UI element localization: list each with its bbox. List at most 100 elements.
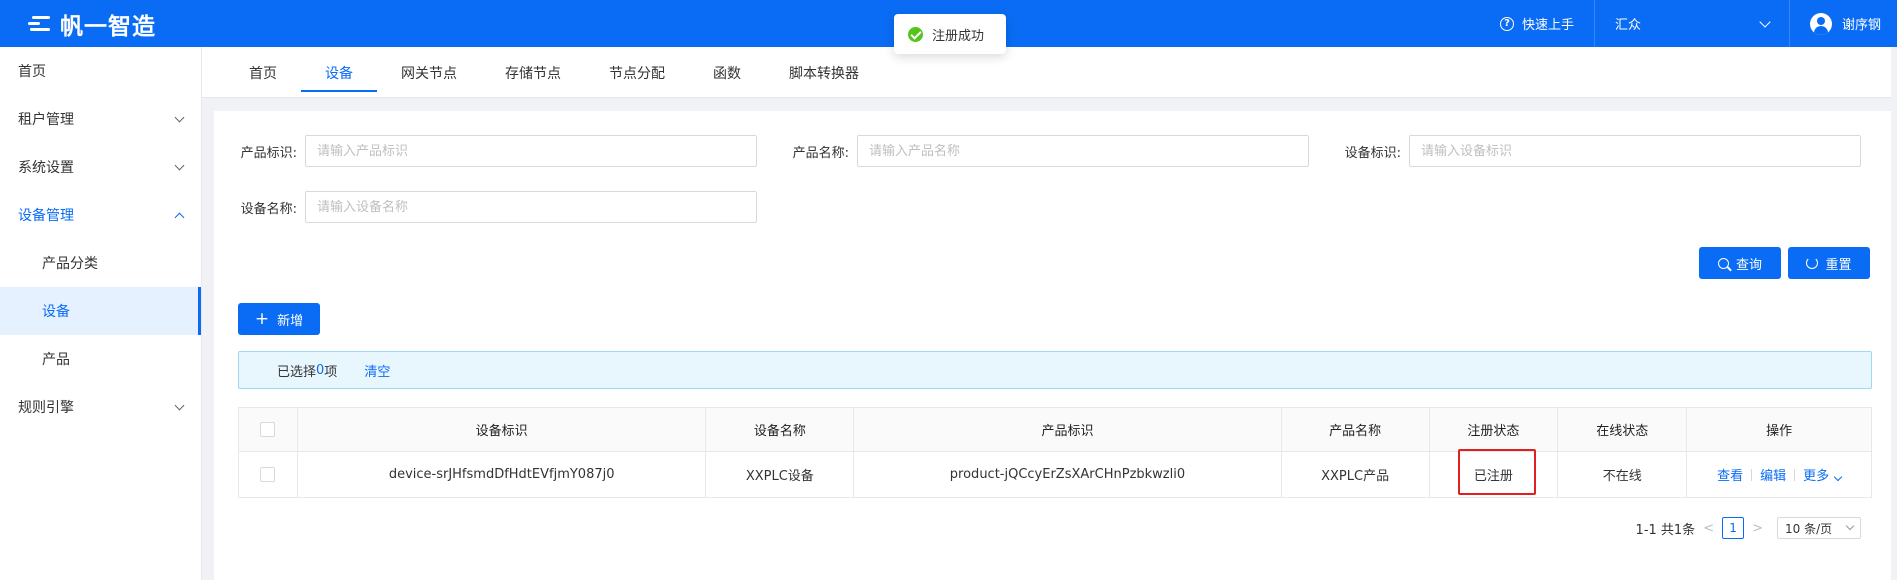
sidebar-item-label: 规则引擎 (18, 400, 74, 416)
tenant-value: 汇众 (1614, 18, 1641, 33)
table-header: 设备标识 设备名称 产品标识 产品名称 注册状态 在线状态 操作 (239, 408, 1871, 452)
device-id-cell: device-srJHfsmdDfHdtEVfjmY087j0 (298, 452, 707, 497)
plus-icon: + (254, 308, 270, 329)
chevron-up-icon (174, 212, 185, 222)
column-header: 注册状态 (1430, 408, 1559, 451)
tab-device[interactable]: 设备 (301, 47, 377, 98)
reset-button-label: 重置 (1825, 257, 1852, 273)
user-name: 谢序钢 (1841, 18, 1881, 33)
user-menu[interactable]: 谢序钢 (1790, 0, 1897, 47)
add-button[interactable]: + 新增 (238, 303, 320, 335)
clear-selection-link[interactable]: 清空 (364, 361, 390, 380)
logo-icon (24, 12, 54, 36)
select-all-checkbox[interactable] (260, 422, 276, 437)
device-name-label: 设备名称: (240, 201, 297, 217)
avatar-icon (1809, 12, 1832, 35)
device-id-filter: 设备标识: (1332, 135, 1861, 167)
device-table: 设备标识 设备名称 产品标识 产品名称 注册状态 在线状态 操作 device-… (238, 407, 1872, 498)
online-status-cell: 不在线 (1558, 452, 1688, 497)
sidebar-item-label: 产品分类 (42, 256, 98, 272)
product-id-input[interactable] (305, 135, 757, 167)
sidebar-item-system-settings[interactable]: 系统设置 (0, 143, 201, 191)
table-row: device-srJHfsmdDfHdtEVfjmY087j0 XXPLC设备 … (239, 449, 1871, 497)
help-icon: ? (1499, 16, 1514, 31)
brand-name: 帆一智造 (60, 13, 156, 40)
column-header: 设备标识 (298, 408, 707, 451)
header-select-cell (239, 408, 298, 451)
selection-count: 0 (316, 362, 325, 378)
success-toast: 注册成功 (894, 14, 1006, 54)
row-select-cell (239, 452, 298, 497)
register-status-cell: 已注册 (1430, 449, 1559, 497)
divider (1751, 468, 1753, 481)
page-size-select[interactable]: 10 条/页 (1777, 517, 1861, 539)
sidebar-item-home[interactable]: 首页 (0, 47, 201, 95)
check-circle-icon (908, 26, 923, 42)
device-name-input[interactable] (305, 191, 757, 223)
chevron-down-icon (1833, 472, 1843, 482)
sidebar-item-label: 系统设置 (18, 160, 74, 176)
column-header: 操作 (1766, 424, 1793, 439)
chevron-down-icon (1759, 15, 1771, 28)
view-link[interactable]: 查看 (1717, 465, 1743, 484)
sidebar-item-tenant-management[interactable]: 租户管理 (0, 95, 201, 143)
tab-gateway-nodes[interactable]: 网关节点 (377, 47, 481, 98)
sidebar-item-rule-engine[interactable]: 规则引擎 (0, 383, 201, 431)
chevron-down-icon (1845, 521, 1855, 531)
product-name-input[interactable] (857, 135, 1309, 167)
selection-suffix: 项 (324, 364, 338, 380)
edit-link[interactable]: 编辑 (1760, 465, 1786, 484)
tab-functions[interactable]: 函数 (689, 47, 765, 98)
actions-cell: 查看 编辑 更多 (1687, 452, 1871, 497)
pagination: 1-1 共1条 < 1 > 10 条/页 (1636, 517, 1861, 539)
toast-message: 注册成功 (932, 28, 985, 44)
sidebar-item-product-category[interactable]: 产品分类 (0, 239, 201, 287)
highlight-box (1457, 449, 1536, 495)
sidebar-item-device[interactable]: 设备 (0, 287, 201, 335)
scrollbar[interactable] (1891, 47, 1897, 580)
next-page-icon[interactable]: > (1752, 521, 1763, 536)
prev-page-icon[interactable]: < (1703, 521, 1714, 536)
page-size-value: 10 条/页 (1785, 521, 1833, 536)
divider (1794, 468, 1796, 481)
tab-storage-nodes[interactable]: 存储节点 (481, 47, 585, 98)
page-number-button[interactable]: 1 (1722, 517, 1745, 539)
chevron-down-icon (174, 400, 185, 410)
search-icon (1717, 257, 1729, 269)
device-id-input[interactable] (1409, 135, 1861, 167)
product-name-filter: 产品名称: (780, 135, 1309, 167)
page-tabs: 首页 设备 网关节点 存储节点 节点分配 函数 脚本转换器 (202, 47, 1897, 98)
tab-script-converter[interactable]: 脚本转换器 (765, 47, 883, 98)
product-id-filter: 产品标识: (228, 135, 757, 167)
more-label: 更多 (1803, 469, 1830, 484)
sidebar-item-label: 设备 (42, 304, 70, 320)
quick-start-link[interactable]: ? 快速上手 (1480, 0, 1595, 47)
pagination-summary: 1-1 共1条 (1635, 522, 1696, 538)
query-button-label: 查询 (1735, 257, 1762, 273)
reset-button[interactable]: 重置 (1788, 247, 1870, 279)
sidebar-item-device-management[interactable]: 设备管理 (0, 191, 201, 239)
product-id-label: 产品标识: (240, 145, 297, 161)
product-name-cell: XXPLC产品 (1282, 452, 1430, 497)
brand-logo[interactable]: 帆一智造 (0, 7, 202, 41)
tab-node-allocation[interactable]: 节点分配 (585, 47, 689, 98)
sidebar-item-label: 产品 (42, 352, 70, 368)
reload-icon (1806, 257, 1819, 269)
sidebar-item-label: 租户管理 (18, 112, 74, 128)
tenant-select[interactable]: 汇众 (1595, 0, 1790, 47)
more-dropdown[interactable]: 更多 (1803, 465, 1843, 484)
device-name-cell: XXPLC设备 (706, 452, 855, 497)
query-button[interactable]: 查询 (1699, 247, 1781, 279)
sidebar-item-product[interactable]: 产品 (0, 335, 201, 383)
selection-alert: 已选择 0 项 清空 (238, 351, 1872, 389)
add-button-label: 新增 (277, 313, 304, 329)
device-name-filter: 设备名称: (228, 191, 757, 223)
column-header: 设备名称 (706, 408, 855, 451)
column-header: 在线状态 (1558, 408, 1688, 451)
sidebar-item-label: 首页 (18, 64, 46, 80)
device-id-label: 设备标识: (1344, 145, 1401, 161)
row-checkbox[interactable] (260, 467, 276, 482)
tab-home[interactable]: 首页 (225, 47, 301, 98)
sidebar: 首页 租户管理 系统设置 设备管理 产品分类 设备 产品 规则引擎 (0, 47, 202, 580)
chevron-down-icon (174, 112, 185, 122)
